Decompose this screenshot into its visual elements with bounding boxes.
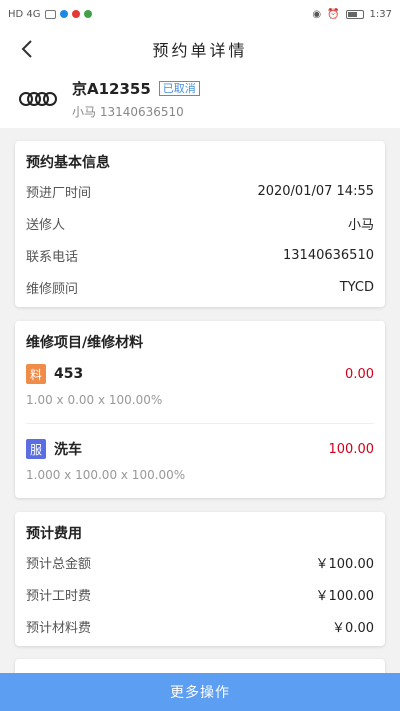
notification-icon xyxy=(71,10,80,18)
status-time: 1:37 xyxy=(369,8,392,20)
info-value: 小马 xyxy=(347,217,374,233)
repair-items-card: 维修项目/维修材料 料 453 0.00 1.00 x 0.00 x 100.0… xyxy=(15,321,385,498)
status-badge: 已取消 xyxy=(158,81,200,96)
repair-item-price: 100.00 xyxy=(328,441,375,457)
info-row-arrival-time: 预进厂时间 2020/01/07 14:55 xyxy=(26,175,374,207)
repair-item[interactable]: 料 453 0.00 1.00 x 0.00 x 100.00% xyxy=(26,355,374,415)
license-plate: 京A12355 xyxy=(72,80,151,98)
info-row-advisor: 维修顾问 TYCD xyxy=(26,271,374,303)
nav-bar: 预约单详情 xyxy=(0,28,400,70)
info-value: 2020/01/07 14:55 xyxy=(257,183,374,199)
repair-item-header: 料 453 0.00 xyxy=(26,363,374,385)
eye-icon: ◉ xyxy=(312,8,322,20)
info-label: 联系电话 xyxy=(26,249,79,265)
cost-card: 预计费用 预计总金额 ￥100.00 预计工时费 ￥100.00 预计材料费 ￥… xyxy=(15,512,385,646)
basic-info-card: 预约基本信息 预进厂时间 2020/01/07 14:55 送修人 小马 联系电… xyxy=(15,141,385,307)
cost-label: 预计材料费 xyxy=(26,620,92,636)
signal-icon xyxy=(44,9,56,19)
repair-item-name: 洗车 xyxy=(54,442,82,458)
cost-value: ￥0.00 xyxy=(332,620,374,636)
cost-label: 预计总金额 xyxy=(26,556,92,572)
basic-info-title: 预约基本信息 xyxy=(26,155,110,171)
audi-logo-icon xyxy=(19,92,57,106)
material-tag: 料 xyxy=(26,364,46,384)
chevron-left-icon xyxy=(21,40,32,58)
cost-value: ￥100.00 xyxy=(315,588,375,604)
page-title: 预约单详情 xyxy=(152,41,248,60)
info-value: TYCD xyxy=(339,279,374,295)
repair-item-name: 453 xyxy=(54,366,84,382)
owner-info: 小马 13140636510 xyxy=(72,105,184,119)
info-label: 维修顾问 xyxy=(26,281,79,297)
repair-item-formula: 1.00 x 0.00 x 100.00% xyxy=(26,393,163,407)
info-value[interactable]: 13140636510 xyxy=(283,248,374,263)
more-actions-button[interactable]: 更多操作 xyxy=(0,673,400,711)
cost-label: 预计工时费 xyxy=(26,588,92,604)
battery-icon xyxy=(345,9,364,19)
car-info: 京A12355 已取消 小马 13140636510 xyxy=(72,78,200,120)
alarm-icon: ⏰ xyxy=(327,8,340,20)
info-label: 送修人 xyxy=(26,217,66,233)
service-tag: 服 xyxy=(26,439,46,459)
app-icon xyxy=(83,10,92,18)
cost-value: ￥100.00 xyxy=(315,556,375,572)
cost-title: 预计费用 xyxy=(26,526,82,542)
back-button[interactable] xyxy=(14,36,40,62)
repair-items-title: 维修项目/维修材料 xyxy=(26,335,144,351)
cost-row-labor: 预计工时费 ￥100.00 xyxy=(26,578,374,610)
info-row-phone: 联系电话 13140636510 xyxy=(26,239,374,271)
status-bar: HD 4G ◉ ⏰ 1:37 xyxy=(0,0,400,28)
cost-row-material: 预计材料费 ￥0.00 xyxy=(26,610,374,642)
status-right: ◉ ⏰ 1:37 xyxy=(312,9,392,20)
car-header: 京A12355 已取消 小马 13140636510 xyxy=(0,70,400,128)
repair-item-formula: 1.000 x 100.00 x 100.00% xyxy=(26,468,186,482)
cost-row-total: 预计总金额 ￥100.00 xyxy=(26,546,374,578)
network-indicator: HD 4G xyxy=(8,8,41,20)
wifi-icon xyxy=(59,10,68,18)
repair-item-header: 服 洗车 100.00 xyxy=(26,438,374,460)
info-label: 预进厂时间 xyxy=(26,185,92,201)
repair-item[interactable]: 服 洗车 100.00 1.000 x 100.00 x 100.00% xyxy=(26,424,374,490)
plate-row: 京A12355 已取消 xyxy=(72,78,200,99)
repair-item-price: 0.00 xyxy=(345,366,374,382)
status-left: HD 4G xyxy=(8,9,92,20)
info-row-sender: 送修人 小马 xyxy=(26,207,374,239)
